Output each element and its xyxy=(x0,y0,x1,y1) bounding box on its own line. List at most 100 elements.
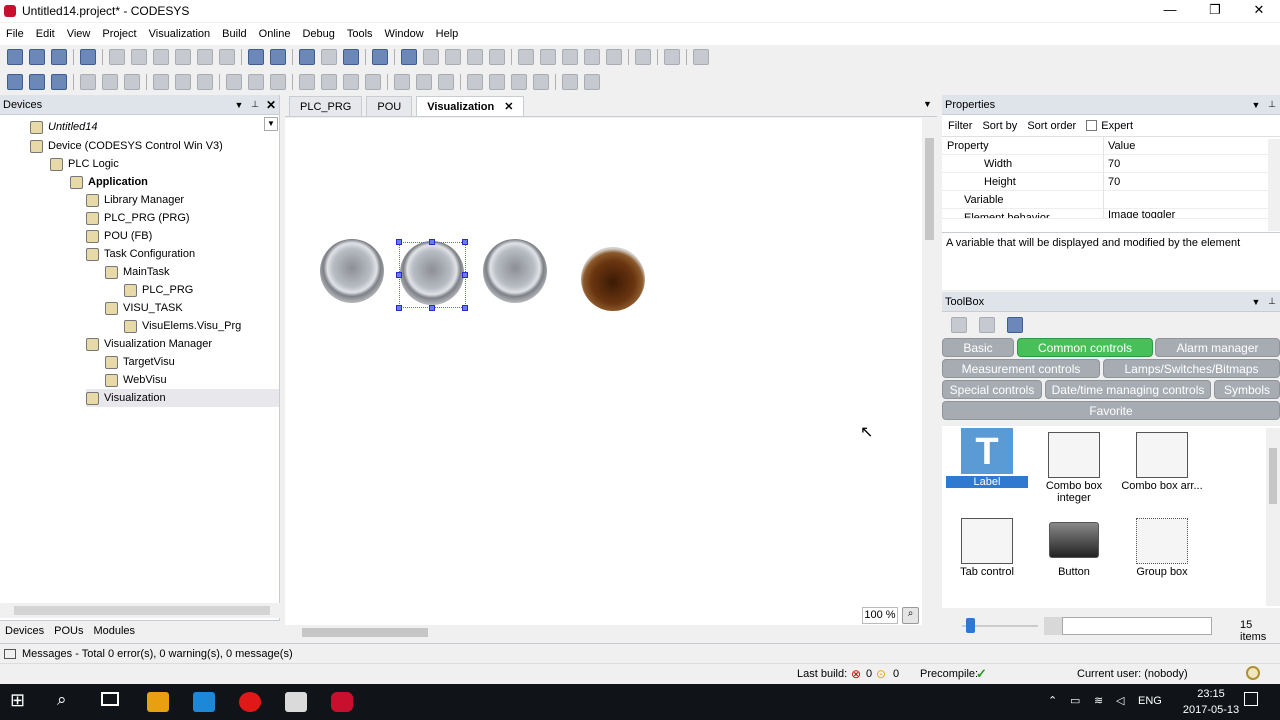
to-back-icon[interactable] xyxy=(489,74,505,90)
delete-icon[interactable] xyxy=(219,49,235,65)
tree-node[interactable]: TargetVisu xyxy=(105,353,175,371)
dropdown-icon[interactable]: ▼ xyxy=(1248,297,1264,307)
tree-node[interactable]: PLC_PRG xyxy=(124,281,193,299)
toolbox-item-group-box[interactable]: Group box xyxy=(1120,518,1204,578)
undo-icon[interactable] xyxy=(109,49,125,65)
tree-hscroll[interactable] xyxy=(0,603,280,618)
toolbox-view-icon[interactable] xyxy=(951,317,967,333)
visualization-canvas[interactable]: ↖ xyxy=(285,118,922,625)
app-taskbar-icon[interactable] xyxy=(147,692,169,712)
toolbox-item-tab-control[interactable]: Tab control xyxy=(945,518,1029,578)
tree-node[interactable]: POU (FB) xyxy=(86,227,152,245)
canvas-vscroll-thumb[interactable] xyxy=(925,138,934,240)
category-favorite[interactable]: Favorite xyxy=(942,401,1280,420)
select-all-icon[interactable] xyxy=(299,49,315,65)
toolbox-search-icon[interactable] xyxy=(1007,317,1023,333)
windows-start-icon[interactable]: ⊞ xyxy=(10,690,25,711)
align-top-icon[interactable] xyxy=(226,74,242,90)
tree-node[interactable]: VISU_TASK xyxy=(105,299,183,317)
breakpoint-icon[interactable] xyxy=(518,49,534,65)
tabs-dropdown-icon[interactable]: ▼ xyxy=(923,99,932,109)
user-icon[interactable] xyxy=(1246,666,1260,680)
sort-by-button[interactable]: Sort by xyxy=(982,120,1017,132)
unforce-icon[interactable] xyxy=(693,49,709,65)
visu-elements-list-icon[interactable] xyxy=(51,74,67,90)
canvas-hscroll-thumb[interactable] xyxy=(302,628,428,637)
size-slider-thumb[interactable] xyxy=(966,618,975,633)
task-view-icon[interactable] xyxy=(101,692,119,706)
align-bottom-icon[interactable] xyxy=(270,74,286,90)
ungroup-icon[interactable] xyxy=(102,74,118,90)
toolbox-item-combo-int[interactable]: Combo box integer xyxy=(1032,432,1116,504)
minimize-button[interactable]: — xyxy=(1148,0,1192,20)
replace-icon[interactable] xyxy=(270,49,286,65)
resize-handle[interactable] xyxy=(396,305,402,311)
category-basic[interactable]: Basic xyxy=(942,338,1014,357)
menu-tools[interactable]: Tools xyxy=(347,28,373,40)
tree-node[interactable]: Visualization Manager xyxy=(86,335,212,353)
tree-node[interactable]: Device (CODESYS Control Win V3) xyxy=(30,137,223,155)
toolbox-item-combo-array[interactable]: Combo box arr... xyxy=(1120,432,1204,492)
start-icon[interactable] xyxy=(445,49,461,65)
property-row[interactable]: Height 70 xyxy=(942,172,1280,191)
resize-handle[interactable] xyxy=(429,305,435,311)
codesys-taskbar-icon[interactable] xyxy=(331,692,353,712)
distribute-h-icon[interactable] xyxy=(299,74,315,90)
logout-icon[interactable] xyxy=(423,49,439,65)
resize-handle[interactable] xyxy=(462,239,468,245)
tree-hscroll-thumb[interactable] xyxy=(14,606,270,615)
same-width-icon[interactable] xyxy=(343,74,359,90)
tree-node[interactable]: Application xyxy=(70,173,148,191)
category-alarm-manager[interactable]: Alarm manager xyxy=(1155,338,1280,357)
menu-build[interactable]: Build xyxy=(222,28,246,40)
reset-icon[interactable] xyxy=(489,49,505,65)
toolbox-vscroll[interactable] xyxy=(1266,428,1280,606)
pin-icon[interactable]: ⊥ xyxy=(247,99,263,110)
stop-icon[interactable] xyxy=(467,49,483,65)
distribute-v-icon[interactable] xyxy=(321,74,337,90)
menu-window[interactable]: Window xyxy=(385,28,424,40)
sort-order-button[interactable]: Sort order xyxy=(1027,120,1076,132)
open-project-icon[interactable] xyxy=(29,49,45,65)
tree-dropdown-icon[interactable]: ▼ xyxy=(264,117,278,131)
build-icon[interactable] xyxy=(372,49,388,65)
clock-time[interactable]: 23:15 xyxy=(1186,688,1236,700)
tray-chevron-icon[interactable]: ⌃ xyxy=(1048,694,1057,707)
tab-visualization[interactable]: Visualization ✕ xyxy=(416,96,525,116)
property-row[interactable]: Element behavior Image toggler xyxy=(942,209,1280,219)
app-taskbar-icon[interactable] xyxy=(193,692,215,712)
tab-pou[interactable]: POU xyxy=(366,96,413,116)
category-symbols[interactable]: Symbols xyxy=(1214,380,1280,399)
tree-node[interactable]: Visualization xyxy=(86,389,279,407)
toolbox-search-input[interactable] xyxy=(1062,617,1212,635)
category-common-controls[interactable]: Common controls xyxy=(1017,338,1153,357)
menu-help[interactable]: Help xyxy=(436,28,459,40)
zoom-field[interactable]: 100 % xyxy=(862,607,898,624)
battery-icon[interactable]: ▭ xyxy=(1070,694,1080,707)
tree-node[interactable]: VisuElems.Visu_Prg xyxy=(124,317,241,335)
tree-node[interactable]: PLC_PRG (PRG) xyxy=(86,209,190,227)
menu-visualization[interactable]: Visualization xyxy=(149,28,211,40)
pin-icon[interactable]: ⊥ xyxy=(1264,296,1280,307)
close-tab-icon[interactable]: ✕ xyxy=(504,100,513,113)
group-icon[interactable] xyxy=(80,74,96,90)
toolbox-item-label[interactable]: T Label xyxy=(945,428,1029,488)
app-taskbar-icon[interactable] xyxy=(285,692,307,712)
toolbox-item-button[interactable]: Button xyxy=(1032,522,1116,578)
space-h-icon[interactable] xyxy=(416,74,432,90)
filter-button[interactable]: Filter xyxy=(948,120,972,132)
tab-pous[interactable]: POUs xyxy=(54,625,83,637)
menu-file[interactable]: File xyxy=(6,28,24,40)
visu-button-element[interactable] xyxy=(320,239,384,303)
canvas-hscroll[interactable] xyxy=(285,625,922,640)
dropdown-icon[interactable]: ▼ xyxy=(231,100,247,110)
step-out-icon[interactable] xyxy=(584,49,600,65)
canvas-vscroll[interactable] xyxy=(922,118,937,625)
tree-node[interactable]: WebVisu xyxy=(105,371,167,389)
property-value[interactable]: Image toggler xyxy=(1104,209,1175,218)
align-middle-icon[interactable] xyxy=(248,74,264,90)
tree-node[interactable]: PLC Logic xyxy=(50,155,119,173)
tree-node[interactable]: MainTask xyxy=(105,263,169,281)
tree-node[interactable]: Library Manager xyxy=(86,191,184,209)
add-device-icon[interactable] xyxy=(343,49,359,65)
